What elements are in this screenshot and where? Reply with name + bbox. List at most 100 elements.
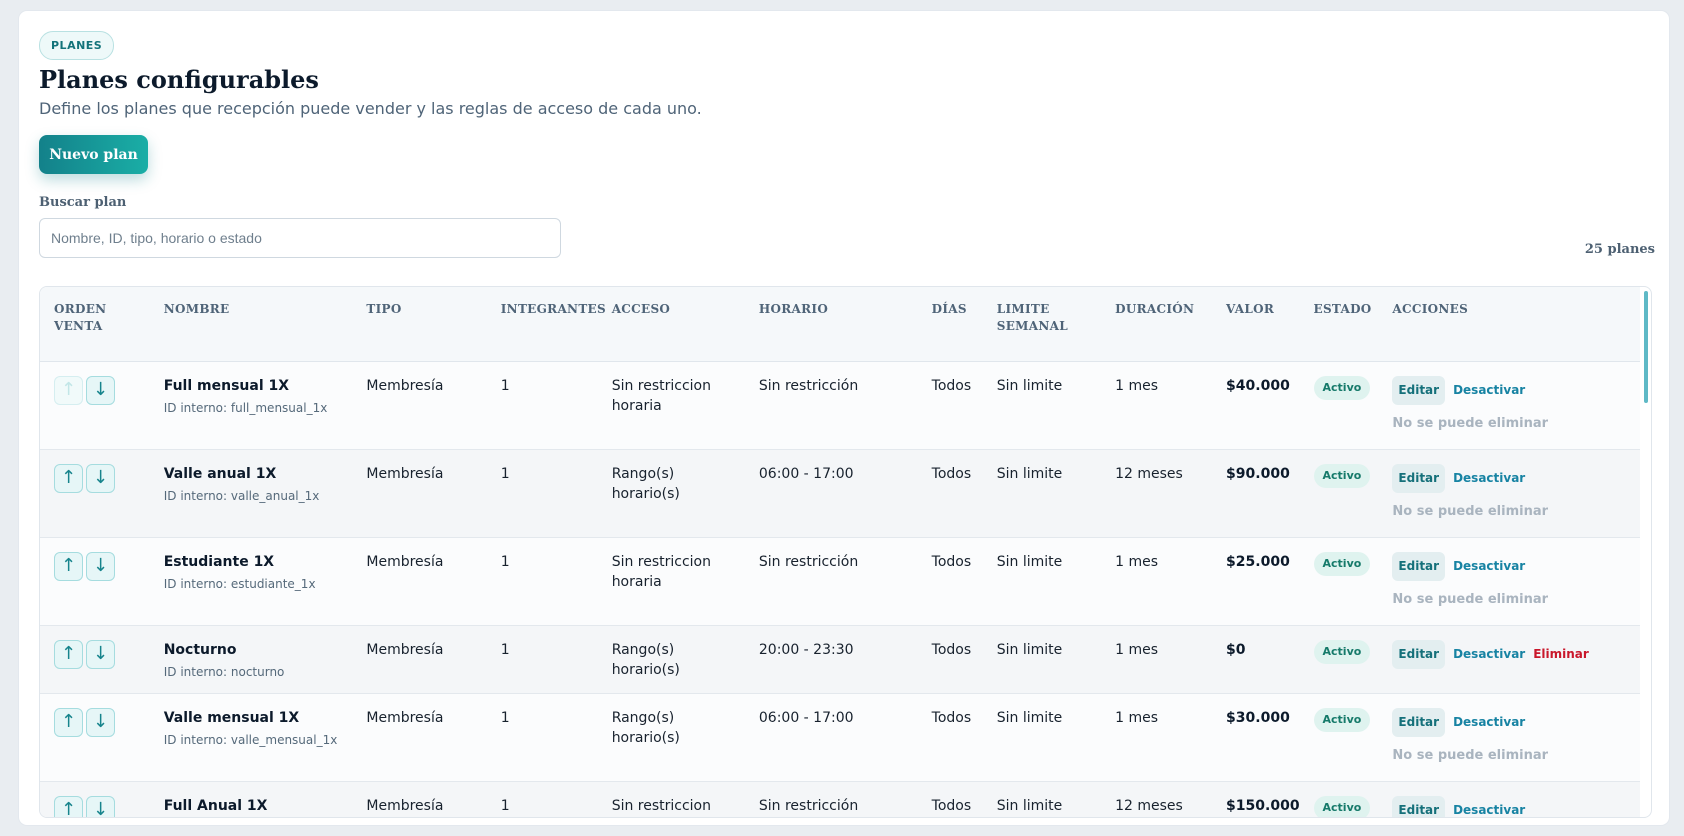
name-cell: Nocturno ID interno: nocturno bbox=[163, 625, 367, 694]
col-horario: HORARIO bbox=[758, 287, 932, 362]
page-subtitle: Define los planes que recepción puede ve… bbox=[39, 99, 702, 118]
status-badge: Activo bbox=[1313, 708, 1371, 732]
plan-name: Valle anual 1X bbox=[163, 466, 277, 482]
horario-cell: 06:00 - 17:00 bbox=[758, 449, 932, 538]
move-down-button[interactable]: ↓ bbox=[86, 796, 115, 817]
edit-button[interactable]: Editar bbox=[1392, 376, 1446, 405]
plan-internal-id: ID interno: valle_anual_1x bbox=[163, 489, 320, 503]
move-down-button[interactable]: ↓ bbox=[86, 552, 115, 581]
arrow-up-icon: ↑ bbox=[60, 799, 77, 818]
estado-cell: Activo bbox=[1313, 361, 1393, 450]
delete-link[interactable]: Eliminar bbox=[1533, 640, 1589, 669]
name-cell: Valle anual 1X ID interno: valle_anual_1… bbox=[163, 449, 367, 538]
move-up-button[interactable]: ↑ bbox=[54, 552, 83, 581]
actions-cell: EditarDesactivar No se puede eliminar bbox=[1392, 361, 1640, 450]
move-up-button[interactable]: ↑ bbox=[54, 464, 83, 493]
table-row: ↑ ↓ Valle anual 1X ID interno: valle_anua… bbox=[40, 449, 1640, 538]
move-up-button[interactable]: ↑ bbox=[54, 708, 83, 737]
table-scrollbar-thumb[interactable] bbox=[1644, 291, 1648, 403]
plan-name: Nocturno bbox=[163, 642, 237, 658]
no-delete-note: No se puede eliminar bbox=[1392, 748, 1549, 763]
estado-cell: Activo bbox=[1313, 625, 1393, 694]
move-down-button[interactable]: ↓ bbox=[86, 708, 115, 737]
arrow-down-icon: ↓ bbox=[92, 379, 109, 400]
deactivate-link[interactable]: Desactivar bbox=[1453, 552, 1525, 581]
duracion-cell: 1 mes bbox=[1115, 361, 1227, 450]
arrow-up-icon: ↑ bbox=[60, 467, 77, 488]
order-cell: ↑ ↓ bbox=[40, 361, 164, 450]
planes-card: PLANES Planes configurables Define los p… bbox=[19, 11, 1669, 825]
page-title: Planes configurables bbox=[39, 65, 319, 94]
acceso-cell: Rango(s) horario(s) bbox=[611, 693, 759, 782]
section-badge: PLANES bbox=[39, 31, 115, 60]
edit-button[interactable]: Editar bbox=[1392, 640, 1446, 669]
duracion-cell: 12 meses bbox=[1115, 449, 1227, 538]
duracion-cell: 1 mes bbox=[1115, 625, 1227, 694]
no-delete-note: No se puede eliminar bbox=[1392, 416, 1549, 431]
horario-cell: 06:00 - 17:00 bbox=[758, 693, 932, 782]
integrantes-cell: 1 bbox=[500, 693, 612, 782]
table-row: ↑ ↓ Estudiante 1X ID interno: estudiante_… bbox=[40, 537, 1640, 626]
deactivate-link[interactable]: Desactivar bbox=[1453, 464, 1525, 493]
search-input[interactable] bbox=[39, 218, 561, 258]
order-cell: ↑ ↓ bbox=[40, 781, 164, 818]
plan-internal-id: ID interno: estudiante_1x bbox=[163, 577, 316, 591]
status-badge: Activo bbox=[1313, 640, 1371, 664]
estado-cell: Activo bbox=[1313, 693, 1393, 782]
col-integrantes: INTEGRANTES bbox=[500, 287, 612, 362]
acceso-cell: Sin restriccion horaria bbox=[611, 537, 759, 626]
estado-cell: Activo bbox=[1313, 537, 1393, 626]
tipo-cell: Membresía bbox=[366, 361, 501, 450]
limite-cell: Sin limite bbox=[996, 781, 1116, 817]
no-delete-note: No se puede eliminar bbox=[1392, 592, 1549, 607]
edit-button[interactable]: Editar bbox=[1392, 708, 1446, 737]
actions-group: Editar Desactivar bbox=[1392, 464, 1640, 493]
actions-cell: EditarDesactivar No se puede eliminar bbox=[1392, 537, 1640, 626]
status-badge: Activo bbox=[1313, 796, 1371, 817]
acceso-cell: Sin restriccion horaria bbox=[611, 361, 759, 450]
limite-cell: Sin limite bbox=[996, 693, 1116, 782]
deactivate-link[interactable]: Desactivar bbox=[1453, 376, 1525, 405]
dias-cell: Todos bbox=[931, 361, 997, 450]
duracion-cell: 1 mes bbox=[1115, 537, 1227, 626]
move-up-button[interactable]: ↑ bbox=[54, 796, 83, 818]
dias-cell: Todos bbox=[931, 693, 997, 782]
integrantes-cell: 1 bbox=[500, 781, 612, 817]
arrow-down-icon: ↓ bbox=[92, 467, 109, 488]
status-badge: Activo bbox=[1313, 464, 1371, 488]
status-badge: Activo bbox=[1313, 552, 1371, 576]
move-up-button[interactable]: ↑ bbox=[54, 640, 83, 669]
col-acceso: ACCESO bbox=[611, 287, 759, 362]
col-nombre: NOMBRE bbox=[163, 287, 367, 362]
deactivate-link[interactable]: Desactivar bbox=[1453, 796, 1525, 817]
limite-cell: Sin limite bbox=[996, 537, 1116, 626]
move-down-button[interactable]: ↓ bbox=[86, 640, 115, 669]
move-down-button[interactable]: ↓ bbox=[86, 376, 115, 405]
acceso-cell: Sin restriccion horaria bbox=[611, 781, 759, 817]
edit-button[interactable]: Editar bbox=[1392, 552, 1446, 581]
status-badge: Activo bbox=[1313, 376, 1371, 400]
edit-button[interactable]: Editar bbox=[1392, 464, 1446, 493]
plan-name: Full Anual 1X bbox=[163, 798, 268, 814]
col-orden-venta: ORDEN VENTA bbox=[40, 287, 164, 362]
new-plan-button[interactable]: Nuevo plan bbox=[39, 135, 148, 174]
plans-table-container: ORDEN VENTA NOMBRE TIPO INTEGRANTES ACCE… bbox=[39, 286, 1652, 818]
integrantes-cell: 1 bbox=[500, 625, 612, 694]
deactivate-link[interactable]: Desactivar bbox=[1453, 708, 1525, 737]
table-row: ↑ ↓ Full Anual 1X Membresía 1 Sin restric… bbox=[40, 781, 1640, 818]
plan-internal-id: ID interno: nocturno bbox=[163, 665, 285, 679]
edit-button[interactable]: Editar bbox=[1392, 796, 1446, 817]
col-duracion: DURACIÓN bbox=[1115, 287, 1227, 362]
actions-cell: EditarDesactivar No se puede eliminar bbox=[1392, 781, 1640, 817]
acceso-cell: Rango(s) horario(s) bbox=[611, 625, 759, 694]
duracion-cell: 12 meses bbox=[1115, 781, 1227, 817]
plans-table: ORDEN VENTA NOMBRE TIPO INTEGRANTES ACCE… bbox=[40, 287, 1640, 818]
deactivate-link[interactable]: Desactivar bbox=[1453, 640, 1525, 669]
dias-cell: Todos bbox=[931, 781, 997, 817]
limite-cell: Sin limite bbox=[996, 361, 1116, 450]
horario-cell: 20:00 - 23:30 bbox=[758, 625, 932, 694]
move-down-button[interactable]: ↓ bbox=[86, 464, 115, 493]
move-up-button[interactable]: ↑ bbox=[54, 376, 83, 405]
plan-name: Estudiante 1X bbox=[163, 554, 275, 570]
arrow-down-icon: ↓ bbox=[92, 643, 109, 664]
